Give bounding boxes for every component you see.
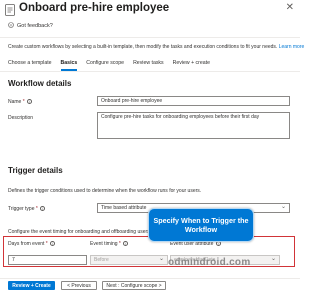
feedback-label: Got feedback? xyxy=(17,23,53,29)
description-field[interactable]: Configure pre-hire tasks for onboarding … xyxy=(97,112,290,139)
tab-review-create[interactable]: Review + create xyxy=(173,59,210,71)
trigger-type-label: Trigger type * i xyxy=(8,206,46,212)
page-description: Create custom workflows by selecting a b… xyxy=(8,44,304,50)
name-label: Name * i xyxy=(8,99,33,105)
next-button[interactable]: Next : Configure scope > xyxy=(102,281,166,290)
event-timing-label: Event timing * i xyxy=(90,241,129,247)
page-title: Onboard pre-hire employee xyxy=(19,2,170,14)
workflow-details-heading: Workflow details xyxy=(8,79,72,88)
info-icon: i xyxy=(27,99,33,105)
tab-basics[interactable]: Basics xyxy=(60,59,77,71)
review-create-button[interactable]: Review + Create xyxy=(8,281,55,290)
wizard-tabs: Choose a template Basics Configure scope… xyxy=(8,59,210,71)
tab-choose-template[interactable]: Choose a template xyxy=(8,59,52,71)
event-timing-select[interactable]: Before xyxy=(90,255,168,265)
annotation-callout: Specify When to Trigger the Workflow xyxy=(148,208,254,242)
feedback-button[interactable]: Got feedback? xyxy=(8,22,53,30)
command-bar: Got feedback? xyxy=(0,22,300,34)
header-divider xyxy=(0,37,300,38)
tab-configure-scope[interactable]: Configure scope xyxy=(86,59,124,71)
tabs-divider xyxy=(0,71,300,72)
days-from-event-field[interactable]: 7 xyxy=(8,255,87,265)
timing-description: Configure the event timing for onboardin… xyxy=(8,229,162,235)
info-icon: i xyxy=(50,241,56,247)
feedback-icon xyxy=(8,22,14,30)
previous-button[interactable]: < Previous xyxy=(61,281,97,290)
name-field[interactable]: Onboard pre-hire employee xyxy=(97,96,290,106)
watermark: odmindroid.com xyxy=(168,257,251,268)
tab-review-tasks[interactable]: Review tasks xyxy=(133,59,164,71)
trigger-description: Defines the trigger conditions used to d… xyxy=(8,188,202,194)
footer-bar: Review + Create < Previous Next : Config… xyxy=(0,278,300,291)
description-text: Create custom workflows by selecting a b… xyxy=(8,44,278,50)
description-label: Description xyxy=(8,115,34,121)
title-bar: Onboard pre-hire employee ✕ xyxy=(0,0,300,20)
info-icon: i xyxy=(123,241,129,247)
workflow-icon xyxy=(4,3,16,17)
days-from-event-label: Days from event * i xyxy=(8,241,56,247)
trigger-details-heading: Trigger details xyxy=(8,166,63,175)
info-icon: i xyxy=(40,206,46,212)
close-icon[interactable]: ✕ xyxy=(286,2,294,13)
learn-more-link[interactable]: Learn more xyxy=(279,44,305,50)
